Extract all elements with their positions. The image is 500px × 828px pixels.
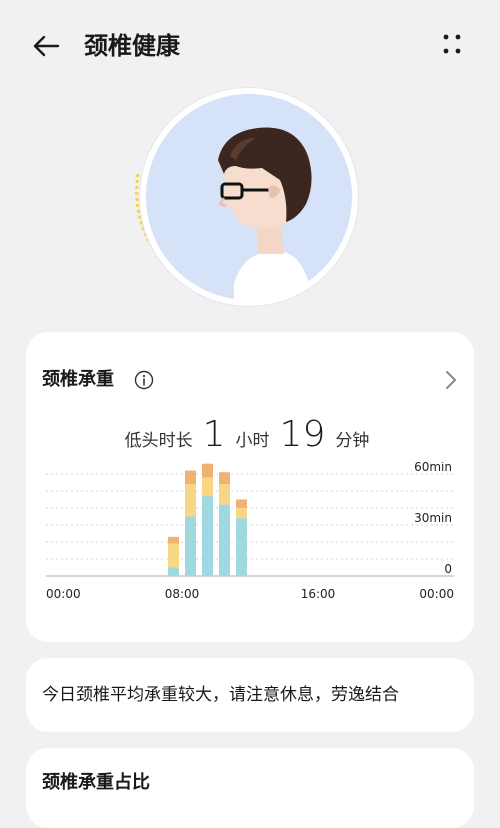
bar-segment (185, 516, 196, 576)
bar-segment (202, 496, 213, 576)
app-header: 颈椎健康 (0, 0, 500, 90)
neck-avatar (130, 86, 370, 312)
y-tick-label: 30min (414, 511, 452, 525)
more-button[interactable] (432, 28, 472, 64)
minutes-value: 19 (279, 414, 326, 455)
y-tick-label: 60min (414, 462, 452, 474)
notice-card: 今日颈椎平均承重较大，请注意休息，劳逸结合 (26, 658, 474, 732)
bar-segment (236, 518, 247, 576)
bar-segment (236, 508, 247, 519)
back-button[interactable] (28, 28, 64, 64)
x-tick-label: 08:00 (165, 587, 200, 601)
person-profile-icon (218, 127, 314, 300)
more-dots-icon (443, 34, 461, 54)
bar-cap (219, 472, 230, 477)
summary-label: 低头时长 (124, 431, 193, 451)
neck-load-chart: 60min 30min 0 00:00 08:00 16:00 00:00 (46, 462, 454, 601)
section-title: 颈椎承重占比 (42, 772, 150, 793)
hours-value: 1 (202, 414, 226, 455)
neck-load-card[interactable]: 颈椎承重 低头时长 1 小时 19 分钟 60min 30min 0 00:00 08:… (26, 332, 474, 642)
avatar-background (146, 94, 352, 300)
bar-segment (219, 484, 230, 505)
bar-segment (185, 484, 196, 517)
hours-unit: 小时 (235, 431, 270, 451)
page-title: 颈椎健康 (84, 32, 180, 60)
y-tick-label: 0 (444, 562, 452, 576)
bar-cap (202, 463, 213, 468)
bar-segment (219, 504, 230, 576)
bar-segment (168, 543, 179, 568)
load-ratio-card[interactable]: 颈椎承重占比 (26, 748, 474, 828)
bar-cap (185, 470, 196, 475)
head-down-summary: 低头时长 1 小时 19 分钟 (26, 414, 474, 455)
notice-text: 今日颈椎平均承重较大，请注意休息，劳逸结合 (42, 685, 399, 705)
bar-segment (202, 477, 213, 497)
x-tick-label: 00:00 (46, 587, 81, 601)
bar-cap (236, 499, 247, 504)
chevron-right-icon[interactable] (438, 368, 462, 392)
x-tick-label: 00:00 (419, 587, 454, 601)
avatar-frame (140, 88, 358, 306)
card-title: 颈椎承重 (42, 369, 114, 390)
minutes-unit: 分钟 (335, 431, 370, 451)
back-arrow-icon (33, 35, 60, 57)
x-tick-label: 16:00 (301, 587, 336, 601)
bar-segment (168, 567, 179, 576)
info-icon[interactable] (134, 370, 154, 390)
bar-cap (168, 536, 179, 541)
